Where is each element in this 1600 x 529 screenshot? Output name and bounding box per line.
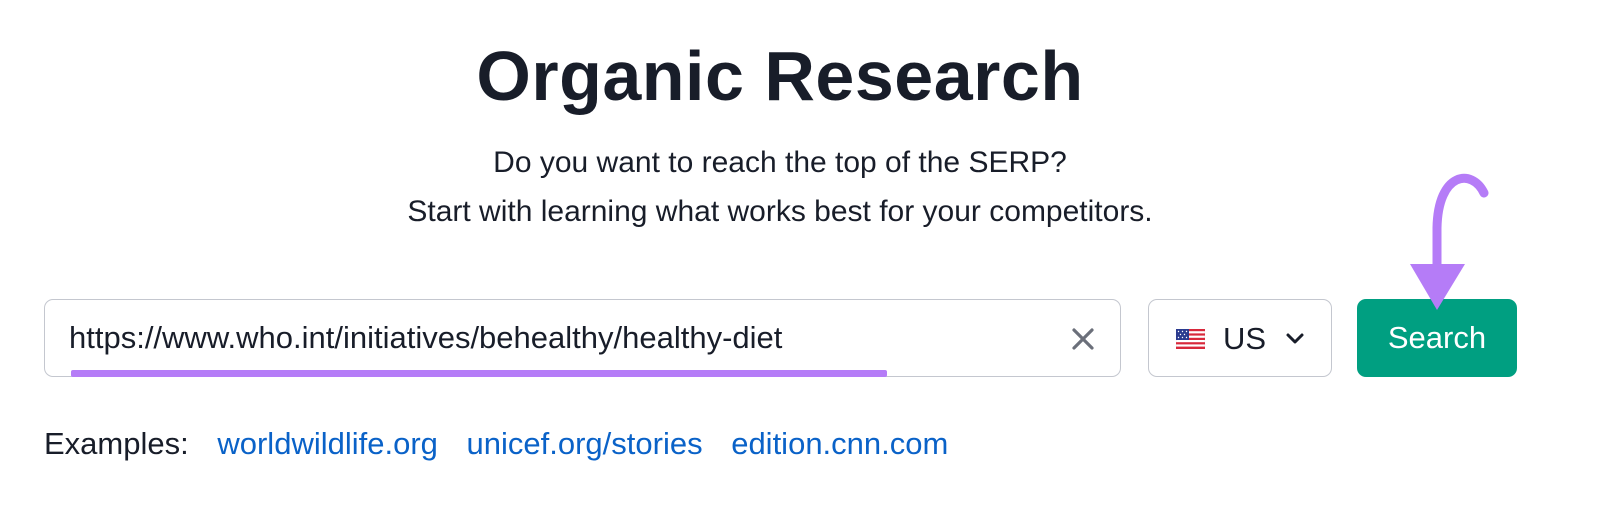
chevron-down-icon xyxy=(1286,333,1304,344)
page-subtitle-line-2: Start with learning what works best for … xyxy=(407,195,1153,228)
us-flag-icon xyxy=(1176,329,1205,349)
example-link-unicef[interactable]: unicef.org/stories xyxy=(467,426,703,461)
example-link-worldwildlife[interactable]: worldwildlife.org xyxy=(217,426,438,461)
url-highlight-underline xyxy=(71,370,887,377)
page-subtitle-line-1: Do you want to reach the top of the SERP… xyxy=(493,146,1067,179)
example-link-cnn[interactable]: edition.cnn.com xyxy=(731,426,948,461)
domain-search-field[interactable] xyxy=(44,299,1121,377)
page-title: Organic Research xyxy=(476,37,1084,115)
database-country-label: US xyxy=(1223,321,1267,356)
database-country-select[interactable]: US xyxy=(1148,299,1332,377)
domain-url-input[interactable] xyxy=(69,318,1029,358)
pointer-arrow-annotation xyxy=(1410,173,1489,310)
close-icon[interactable] xyxy=(1070,326,1096,352)
examples-row: Examples: worldwildlife.org unicef.org/s… xyxy=(44,424,968,464)
examples-label: Examples: xyxy=(44,426,189,461)
